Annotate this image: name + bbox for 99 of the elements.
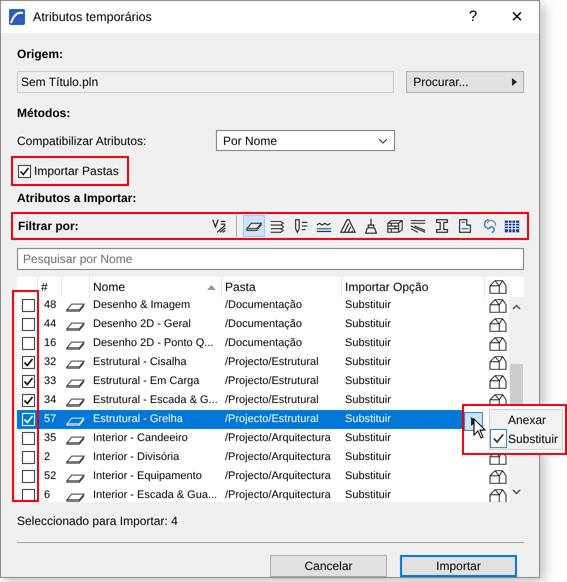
dialog-button[interactable]: Importar <box>400 555 517 577</box>
table-cell-text: 52 <box>44 469 56 484</box>
table-cell-text: /Projecto/Arquitectura <box>225 488 331 502</box>
table-cell-text: /Projecto/Estrutural <box>225 355 319 370</box>
column-header[interactable]: Nome <box>93 278 126 296</box>
row-checkbox[interactable] <box>22 337 35 350</box>
chevron-down-icon <box>378 138 388 144</box>
table-cell[interactable]: Interior - Equipamento <box>90 467 222 486</box>
table-cell-text: 16 <box>44 336 56 352</box>
table-cell-text: Substituir <box>345 431 391 446</box>
table-cell-text: 35 <box>44 431 56 446</box>
row-checkbox[interactable] <box>22 451 35 464</box>
table-cell[interactable]: Estrutural - Cisalha <box>90 353 222 372</box>
check-icon <box>490 429 507 448</box>
column-header[interactable]: Pasta <box>225 278 256 296</box>
table-cell[interactable]: Desenho 2D - Geral <box>90 315 222 334</box>
row-checkbox[interactable] <box>22 394 35 407</box>
table-cell-text: /Projecto/Arquitectura <box>225 431 331 446</box>
hatch-icon <box>338 217 356 235</box>
row-checkbox[interactable] <box>22 375 35 388</box>
row-checkbox[interactable] <box>22 318 35 331</box>
row-checkbox[interactable] <box>22 299 35 312</box>
app-logo-icon <box>9 9 25 25</box>
scroll-up-icon[interactable] <box>512 304 522 310</box>
table-cell-text: 2 <box>44 450 50 466</box>
stripes-icon <box>409 217 427 235</box>
field-label: Compatibilizar Atributos: <box>17 132 148 150</box>
match-dropdown[interactable]: Por Nome <box>216 130 395 151</box>
house-icon <box>488 488 508 502</box>
table-cell-text: /Projecto/Estrutural <box>225 412 319 428</box>
table-cell-text: 44 <box>44 317 56 332</box>
table-cell-text: /Documentação <box>225 298 302 314</box>
house-icon <box>488 298 508 314</box>
table-cell[interactable]: Estrutural - Em Carga <box>90 372 222 391</box>
section-heading: Origem: <box>17 46 64 63</box>
table-cell-text: Substituir <box>345 336 391 352</box>
menu-item[interactable]: Substituir <box>490 429 562 448</box>
house-icon <box>488 336 508 352</box>
house-icon <box>488 468 508 484</box>
triangle-icon <box>512 78 517 86</box>
table-cell[interactable]: Estrutural - Grelha <box>90 410 222 429</box>
section-heading: Atributos a Importar: <box>17 190 138 207</box>
table-cell-text: /Projecto/Estrutural <box>225 374 319 390</box>
brush-icon <box>362 217 380 235</box>
column-header[interactable]: Importar Opção <box>345 278 428 296</box>
table-cell-text: /Projecto/Arquitectura <box>225 469 331 484</box>
table-cell-text: 34 <box>44 393 56 408</box>
document-icon <box>456 217 474 235</box>
menu-item[interactable]: Anexar <box>490 410 562 429</box>
window-title: Atributos temporários <box>33 8 153 26</box>
table-cell-text: 48 <box>44 298 56 314</box>
house-icon <box>488 374 508 390</box>
table-cell[interactable]: Interior - Candeeiro <box>90 429 222 448</box>
dialog-button[interactable]: Cancelar <box>270 555 387 577</box>
table-cell-text: Substituir <box>345 450 391 466</box>
house-icon <box>488 279 508 295</box>
table-cell[interactable]: Desenho 2D - Ponto Q... <box>90 334 222 353</box>
scroll-down-icon[interactable] <box>512 489 522 495</box>
origin-field[interactable]: Sem Título.pln <box>17 71 394 93</box>
table-cell-text: Substituir <box>345 412 391 428</box>
table-cell-text: 32 <box>44 355 56 370</box>
table-cell-text: 57 <box>44 412 56 428</box>
row-checkbox[interactable] <box>22 470 35 483</box>
table-cell-text: Substituir <box>345 469 391 484</box>
row-checkbox[interactable] <box>22 432 35 445</box>
table-cell[interactable]: Desenho & Imagem <box>90 296 222 315</box>
sort-up-icon[interactable] <box>207 284 216 290</box>
table-cell-text: Substituir <box>345 488 391 502</box>
house-icon <box>488 354 508 370</box>
filter-label: Filtrar por: <box>18 218 80 235</box>
table-cell-text: Substituir <box>345 298 391 314</box>
table-cell-text: /Documentação <box>225 317 302 332</box>
status-text: Seleccionado para Importar: 4 <box>17 513 179 530</box>
column-header[interactable]: # <box>41 278 48 296</box>
table-cell-text: Substituir <box>345 374 391 390</box>
cursor-icon <box>473 418 486 439</box>
filter-button[interactable] <box>242 215 264 237</box>
table-cell-text: /Documentação <box>225 336 302 352</box>
table-cell[interactable]: Interior - Divisória <box>90 448 222 467</box>
table-cell-text: 33 <box>44 374 56 390</box>
row-checkbox[interactable] <box>22 356 35 369</box>
checkbox-label[interactable]: Importar Pastas <box>34 162 119 180</box>
close-button[interactable]: × <box>495 1 539 33</box>
table-cell[interactable]: Interior - Escada & Gua... <box>90 486 222 502</box>
help-button[interactable]: ? <box>451 1 495 33</box>
table-cell-text: /Projecto/Arquitectura <box>225 450 331 466</box>
table-cell-text: /Projecto/Estrutural <box>225 393 319 408</box>
search-field[interactable]: Pesquisar por Nome <box>17 248 524 270</box>
table-cell[interactable]: Estrutural - Escada & G... <box>90 391 222 410</box>
filter-settings-icon <box>210 217 228 235</box>
section-heading: Métodos: <box>17 105 72 122</box>
table-cell-text: Substituir <box>345 393 391 408</box>
table-cell-text: 6 <box>44 488 50 502</box>
browse-button[interactable]: Procurar... <box>406 71 524 93</box>
checkbox[interactable] <box>18 164 31 178</box>
table-cell-text: Substituir <box>345 317 391 332</box>
bricks-icon <box>386 217 404 235</box>
table-cell-text: Substituir <box>345 355 391 370</box>
house-icon <box>488 316 508 332</box>
